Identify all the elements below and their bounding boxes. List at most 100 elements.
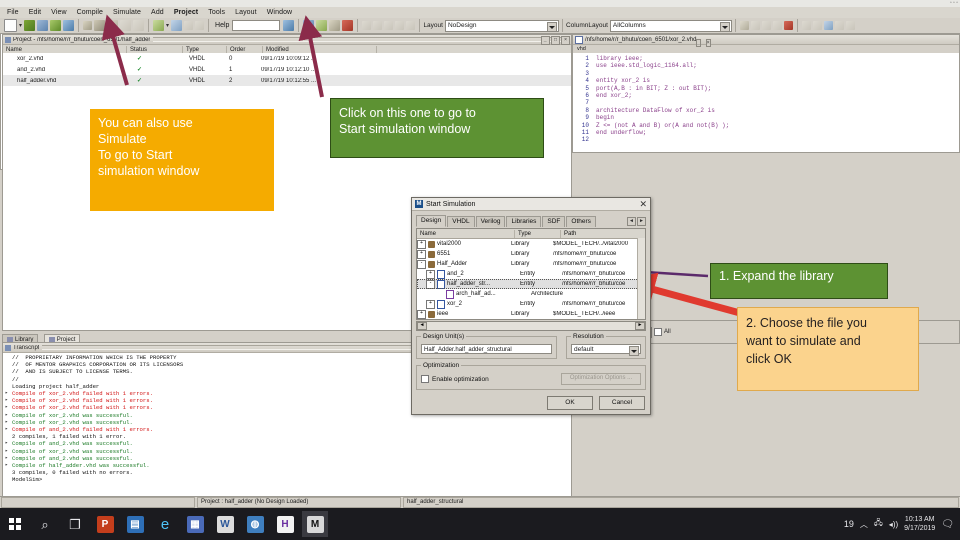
zoom-fit-icon[interactable] [823, 21, 833, 30]
simulate-stop-icon[interactable] [342, 20, 354, 31]
open-file-icon[interactable] [24, 20, 36, 31]
help-search-input[interactable] [232, 20, 281, 31]
start-simulation-icon[interactable] [329, 20, 341, 31]
column-header-path[interactable]: Path [561, 230, 645, 238]
edge-icon[interactable]: e [152, 511, 178, 537]
simulate-library-icon[interactable] [316, 20, 328, 31]
chevron-down-icon[interactable] [629, 346, 639, 356]
app-globe-icon[interactable]: ◍ [242, 511, 268, 537]
app-blue-icon[interactable]: ▤ [122, 511, 148, 537]
menu-item-simulate[interactable]: Simulate [108, 7, 146, 18]
run-continue-icon[interactable] [373, 21, 383, 30]
new-file-dropdown-icon[interactable]: ▾ [19, 22, 22, 29]
menu-item-tools[interactable]: Tools [203, 7, 230, 18]
wave-collapse-icon[interactable] [772, 21, 782, 30]
expander-icon[interactable]: + [417, 309, 426, 319]
panel-close-icon[interactable]: × [705, 38, 711, 47]
tab-verilog[interactable]: Verilog [475, 216, 506, 227]
chevron-down-icon[interactable] [719, 21, 730, 32]
enable-optimization-checkbox[interactable]: Enable optimization [421, 375, 489, 383]
expander-icon[interactable]: + [417, 249, 426, 259]
tree-horizontal-scrollbar[interactable]: ◄ ► [416, 321, 646, 331]
run-icon[interactable] [362, 21, 372, 30]
tree-row[interactable]: +modelsim_lib Library $MODEL_TECH/../mod… [417, 319, 645, 320]
expander-icon[interactable]: - [417, 259, 426, 269]
find-binoculars-icon[interactable] [171, 20, 183, 31]
window-controls[interactable]: ▫ ▫ ▫ [950, 0, 958, 6]
teams-icon[interactable]: ▦ [182, 511, 208, 537]
panel-maximize-icon[interactable]: □ [551, 36, 560, 45]
table-row[interactable]: half_adder.vhd ✓ VHDL 2 09/17/19 10:12:5… [3, 75, 571, 86]
tree-row[interactable]: + and_2 Entity /nfs/home/r/r_bhutu/coe [417, 269, 645, 279]
close-icon[interactable]: ✕ [639, 199, 647, 209]
expander-icon[interactable]: + [426, 269, 435, 279]
paste-icon[interactable] [107, 20, 119, 31]
chevron-down-icon[interactable] [546, 21, 557, 32]
panel-minimize-icon[interactable]: _ [541, 36, 550, 45]
menu-item-window[interactable]: Window [262, 7, 298, 18]
print-icon[interactable] [63, 20, 75, 31]
save-file-icon[interactable] [37, 20, 49, 31]
tree-row[interactable]: +6551 Library /nfs/home/r/r_bhutu/coe [417, 249, 645, 259]
compile-icon[interactable] [153, 20, 165, 31]
table-row[interactable]: and_2.vhd ✓ VHDL 1 09/17/19 10:12:10 ... [3, 64, 571, 75]
expander-icon[interactable]: + [417, 239, 426, 249]
menu-item-add[interactable]: Add [146, 7, 169, 18]
new-file-icon[interactable] [4, 19, 17, 32]
app-h-icon[interactable]: H [272, 511, 298, 537]
network-icon[interactable]: 🖧 [874, 517, 883, 531]
run-all-icon[interactable] [384, 21, 394, 30]
design-unit-input[interactable]: Half_Adder.half_adder_structural [421, 344, 552, 354]
source-code-area[interactable]: 1 2 3 4 5 6 7 8 9 10 11 12 library ieee;… [573, 53, 959, 152]
design-unit-tree[interactable]: Name Type Path + vital2000 Library $MODEL… [416, 228, 646, 320]
wave-insert-icon[interactable] [750, 21, 760, 30]
panel-close-icon[interactable]: × [561, 36, 570, 45]
ok-button[interactable]: OK [547, 396, 593, 410]
layout-combobox[interactable]: NoDesign [444, 19, 559, 32]
zoom-last-icon[interactable] [845, 21, 855, 30]
menu-item-compile[interactable]: Compile [72, 7, 108, 18]
wave-expand-icon[interactable] [761, 21, 771, 30]
table-row[interactable]: xor_2.vhd ✓ VHDL 0 09/17/19 10:09:12 ... [3, 53, 571, 64]
tree-row[interactable]: - Half_Adder Library /nfs/home/r/r_bhutu/… [417, 259, 645, 269]
tree-row[interactable]: arch_half_ad... Architecture [417, 289, 645, 299]
column-layout-combobox[interactable]: AllColumns [609, 19, 732, 32]
notifications-icon[interactable]: 🗨 [941, 519, 954, 530]
checkbox-icon[interactable] [421, 375, 429, 383]
panel-minimize-icon[interactable]: _ [696, 38, 702, 47]
expander-icon[interactable]: + [426, 299, 435, 309]
zoom-range-icon[interactable] [834, 21, 844, 30]
show-hidden-icons-icon[interactable]: ︿ [860, 519, 868, 530]
wave-marker-icon[interactable] [783, 21, 793, 30]
word-icon[interactable]: W [212, 511, 238, 537]
search-icon[interactable]: ⌕ [32, 511, 58, 537]
powerpoint-icon[interactable]: P [92, 511, 118, 537]
tab-design[interactable]: Design [416, 215, 447, 227]
tab-others[interactable]: Others [566, 216, 596, 227]
scroll-right-icon[interactable]: ► [635, 322, 645, 330]
cancel-button[interactable]: Cancel [599, 396, 645, 410]
find-next-icon[interactable] [184, 21, 194, 30]
break-icon[interactable] [395, 21, 405, 30]
tree-row-selected[interactable]: - half_adder_str... Entity /nfs/home/r/r_… [417, 279, 645, 289]
reload-icon[interactable] [50, 20, 62, 31]
help-search-icon[interactable] [283, 20, 295, 31]
match-all-checkbox[interactable]: All [654, 328, 671, 336]
expander-icon[interactable]: - [426, 279, 435, 289]
task-view-icon[interactable]: ❐ [62, 511, 88, 537]
tree-row[interactable]: + xor_2 Entity /nfs/home/r/r_bhutu/coe [417, 299, 645, 309]
resolution-combobox[interactable]: default [571, 344, 641, 356]
tab-scroll-right-icon[interactable]: ► [637, 217, 646, 226]
menu-item-project[interactable]: Project [169, 7, 203, 18]
expander-icon[interactable]: + [417, 320, 426, 321]
modelsim-icon[interactable]: M [302, 511, 328, 537]
tab-scroll-left-icon[interactable]: ◄ [627, 217, 636, 226]
source-code-text[interactable]: library ieee; use ieee.std_logic_1164.al… [591, 53, 959, 152]
windows-start-icon[interactable] [2, 511, 28, 537]
zoom-in-icon[interactable] [801, 21, 811, 30]
tab-sdf[interactable]: SDF [542, 216, 566, 227]
scroll-left-icon[interactable]: ◄ [417, 322, 427, 330]
copy-icon[interactable] [94, 20, 106, 31]
column-header-name[interactable]: Name [417, 229, 515, 238]
tab-libraries[interactable]: Libraries [506, 216, 542, 227]
